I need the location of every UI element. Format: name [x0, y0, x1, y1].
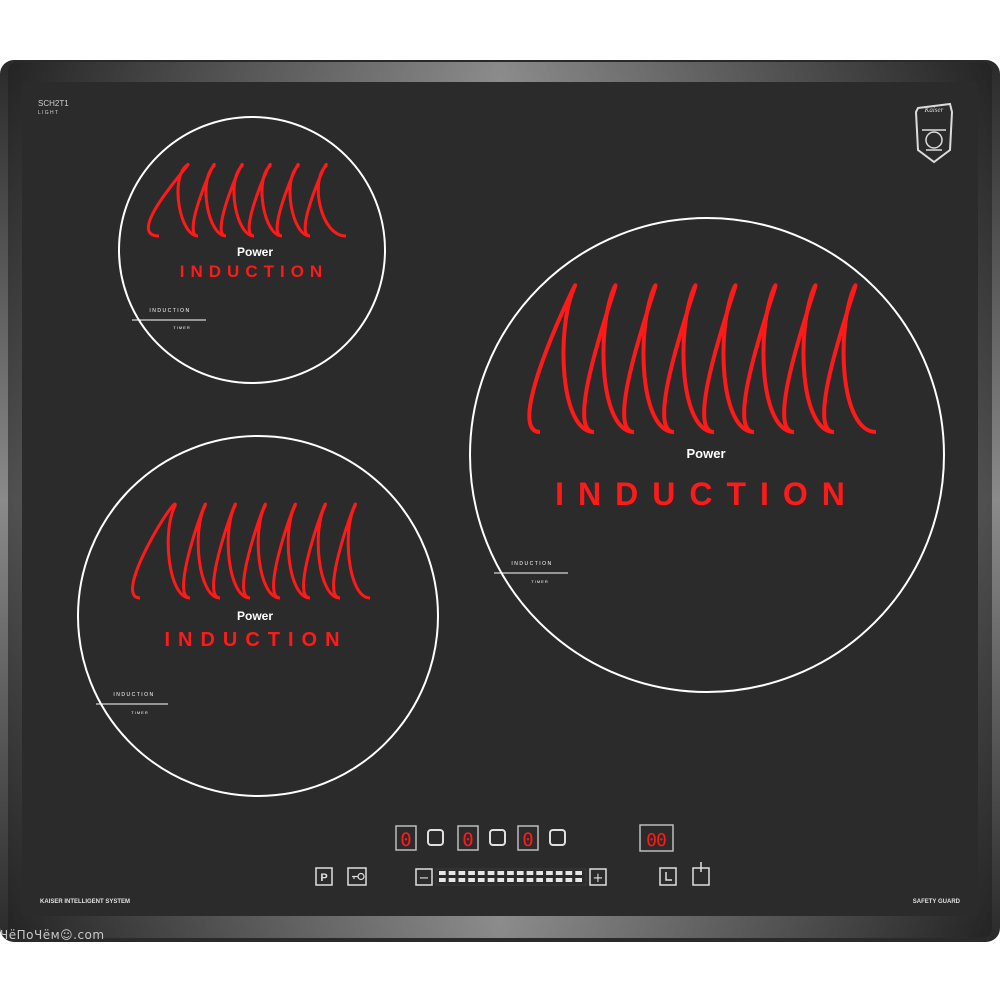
zone-power-label: Power: [686, 446, 725, 461]
slider-segment[interactable]: [458, 871, 466, 875]
slider-segment[interactable]: [487, 878, 495, 882]
zone-tag-bottom: TIMER: [173, 325, 190, 330]
slider-segment[interactable]: [497, 871, 505, 875]
footer-right-label: SAFETY GUARD: [913, 899, 961, 905]
slider-segment[interactable]: [555, 871, 563, 875]
svg-text:00: 00: [646, 830, 666, 851]
slider-segment[interactable]: [575, 878, 582, 882]
slider-segment[interactable]: [536, 871, 543, 875]
slider-segment[interactable]: [565, 878, 573, 882]
slider-segment[interactable]: [507, 871, 514, 875]
slider-segment[interactable]: [458, 878, 466, 882]
zone-tag-bottom: TIMER: [131, 710, 148, 715]
slider-segment[interactable]: [546, 878, 553, 882]
slider-segment[interactable]: [497, 878, 505, 882]
slider-segment[interactable]: [526, 878, 534, 882]
slider-segment[interactable]: [516, 871, 524, 875]
zone-tag-top: INDUCTION: [511, 561, 552, 567]
zone-induction-label: INDUCTION: [180, 262, 328, 281]
zone-tag-top: INDUCTION: [149, 308, 190, 314]
zone-tag-top: INDUCTION: [113, 692, 154, 698]
zone-tag-bottom: TIMER: [531, 579, 548, 584]
svg-text:0: 0: [400, 829, 411, 851]
slider-segment[interactable]: [439, 871, 446, 875]
slider-segment[interactable]: [468, 878, 475, 882]
slider-segment[interactable]: [555, 878, 563, 882]
slider-segment[interactable]: [439, 878, 446, 882]
slider-segment[interactable]: [468, 871, 475, 875]
svg-text:P: P: [320, 872, 327, 884]
model-label: SCH2T1: [38, 99, 69, 108]
zone-power-label: Power: [237, 245, 273, 259]
model-sublabel: L I G H T: [38, 110, 58, 116]
slider-segment[interactable]: [477, 871, 485, 875]
zone-induction-label: INDUCTION: [164, 629, 347, 651]
slider-segment[interactable]: [448, 878, 456, 882]
zone-power-label: Power: [237, 609, 273, 623]
svg-text:0: 0: [522, 829, 533, 851]
slider-segment[interactable]: [575, 871, 582, 875]
svg-text:+: +: [593, 871, 604, 886]
slider-segment[interactable]: [477, 878, 485, 882]
svg-text:−: −: [419, 871, 430, 886]
slider-segment[interactable]: [526, 871, 534, 875]
brand-logo-text: Kaiser: [924, 106, 944, 114]
svg-text:0: 0: [462, 829, 473, 851]
cooktop: SCH2T1 L I G H T Kaiser Power INDUCTION …: [0, 60, 1000, 942]
zone-induction-label: INDUCTION: [555, 476, 859, 512]
slider-segment[interactable]: [516, 878, 524, 882]
watermark: ЧёПоЧём☺.com: [0, 928, 105, 942]
slider-segment[interactable]: [565, 871, 573, 875]
slider-segment[interactable]: [546, 871, 553, 875]
slider-segment[interactable]: [487, 871, 495, 875]
slider-segment[interactable]: [448, 871, 456, 875]
footer-left-label: KAISER INTELLIGENT SYSTEM: [40, 899, 130, 905]
slider-segment[interactable]: [536, 878, 543, 882]
slider-segment[interactable]: [507, 878, 514, 882]
